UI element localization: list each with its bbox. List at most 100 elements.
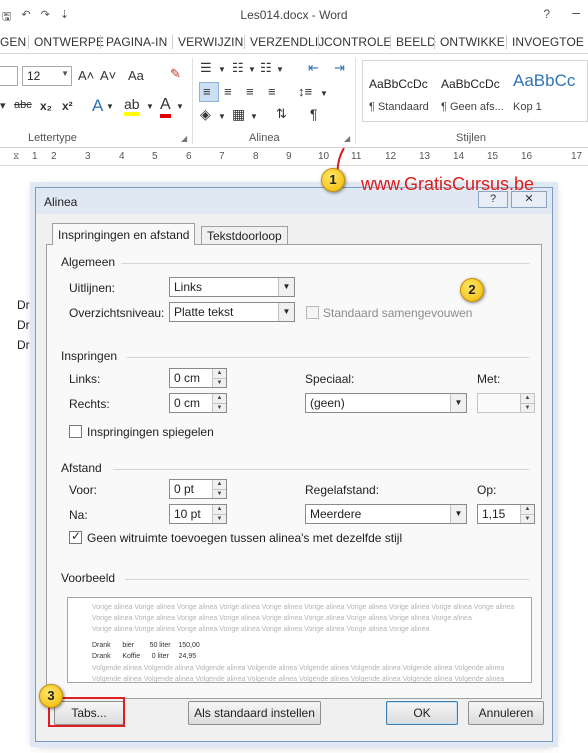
section-divider — [113, 469, 529, 470]
shading-icon[interactable]: ◈ — [200, 106, 211, 123]
shrink-font-icon[interactable]: A˅ — [100, 68, 116, 83]
spin-up-icon[interactable]: ▲ — [212, 394, 226, 403]
chevron-down-icon[interactable]: ▼ — [218, 65, 226, 74]
preview-previous-line: Vorige alinea Vorige alinea Vorige aline… — [92, 604, 515, 611]
justify-icon[interactable]: ≡ — [268, 84, 276, 99]
multilevel-list-icon[interactable]: ☷ — [260, 60, 272, 76]
tab-verzendlijsten[interactable]: VERZENDLIJ — [250, 35, 324, 49]
chevron-down-icon[interactable]: ▼ — [320, 89, 328, 98]
chevron-down-icon[interactable]: ▼ — [276, 65, 284, 74]
minimize-button[interactable]: – — [572, 4, 580, 20]
font-name-field[interactable] — [0, 66, 18, 86]
decrease-indent-icon[interactable]: ⇤ — [308, 60, 319, 76]
align-right-icon[interactable]: ≡ — [246, 84, 254, 99]
spin-up-icon[interactable]: ▲ — [520, 394, 534, 403]
clear-formatting-icon[interactable]: ✎ — [170, 66, 181, 82]
spin-up-icon[interactable]: ▲ — [212, 505, 226, 514]
dialog-title: Alinea — [44, 195, 78, 209]
spin-down-icon[interactable]: ▼ — [212, 378, 226, 387]
tab-invoegtoepassingen[interactable]: INVOEGTOE — [512, 35, 584, 49]
dialog-launcher-icon[interactable]: ◢ — [344, 134, 350, 143]
no-space-same-style-checkbox[interactable] — [69, 529, 82, 544]
help-icon[interactable]: ? — [543, 7, 550, 21]
spin-down-icon[interactable]: ▼ — [212, 403, 226, 412]
spacing-before-spinner[interactable]: 0 pt ▲ ▼ — [169, 479, 227, 499]
alignment-select[interactable]: Links ▼ — [169, 277, 295, 297]
preview-sample-line: Drank Koffie 0 liter 24,95 — [92, 653, 197, 660]
chevron-down-icon[interactable]: ▼ — [450, 394, 466, 412]
tab-start[interactable]: GEN — [0, 35, 26, 49]
line-spacing-select[interactable]: Meerdere ▼ — [305, 504, 467, 524]
window-title: Les014.docx - Word — [240, 8, 348, 22]
chevron-down-icon[interactable]: ▼ — [278, 278, 294, 296]
more-icon[interactable]: ▾ — [0, 99, 6, 112]
strikethrough-icon[interactable]: abc — [14, 99, 32, 111]
tab-tekstdoorloop[interactable]: Tekstdoorloop — [201, 226, 288, 245]
subscript-icon[interactable]: x₂ — [40, 99, 52, 113]
section-divider — [127, 357, 529, 358]
chevron-down-icon[interactable]: ▼ — [278, 303, 294, 321]
spin-down-icon[interactable]: ▼ — [212, 514, 226, 523]
mirror-indents-checkbox[interactable] — [69, 425, 82, 438]
mirror-indents-label: Inspringingen spiegelen — [87, 425, 214, 439]
tab-inspringingen-en-afstand[interactable]: Inspringingen en afstand — [52, 223, 196, 245]
indent-right-spinner[interactable]: 0 cm ▲ ▼ — [169, 393, 227, 413]
line-spacing-icon[interactable]: ↕≡ — [298, 84, 312, 99]
indent-by-label: Met: — [477, 372, 501, 386]
chevron-down-icon[interactable]: ▼ — [146, 102, 154, 111]
chevron-down-icon[interactable]: ▼ — [248, 65, 256, 74]
special-indent-label: Speciaal: — [305, 372, 355, 386]
spin-down-icon[interactable]: ▼ — [212, 489, 226, 498]
special-indent-select[interactable]: (geen) ▼ — [305, 393, 467, 413]
superscript-icon[interactable]: x² — [62, 99, 73, 113]
spin-down-icon[interactable]: ▼ — [520, 514, 534, 523]
spacing-at-spinner[interactable]: 1,15 ▲ ▼ — [477, 504, 535, 524]
numbering-icon[interactable]: ☷ — [232, 60, 244, 76]
spacing-after-label: Na: — [69, 508, 88, 522]
tab-ontwikkelaars[interactable]: ONTWIKKE — [440, 35, 505, 49]
cancel-button[interactable]: Annuleren — [468, 701, 544, 725]
style-geen-afstand[interactable]: AaBbCcDc ¶ Geen afs... — [435, 61, 509, 121]
ok-button[interactable]: OK — [386, 701, 458, 725]
font-color-icon[interactable]: A — [160, 96, 171, 118]
borders-icon[interactable]: ▦ — [232, 106, 245, 123]
indent-left-spinner[interactable]: 0 cm ▲ ▼ — [169, 368, 227, 388]
style-kop-1[interactable]: AaBbCc Kop 1 — [507, 61, 581, 121]
collapsed-by-default-checkbox[interactable] — [306, 306, 319, 319]
chevron-down-icon[interactable]: ▼ — [61, 69, 69, 78]
show-formatting-icon[interactable]: ¶ — [310, 106, 318, 122]
horizontal-ruler[interactable]: ⧖ 1 2 3 4 5 6 7 8 9 10 11 12 13 14 15 16… — [0, 148, 588, 166]
bullets-icon[interactable]: ☰ — [200, 60, 212, 76]
chevron-down-icon[interactable]: ▼ — [176, 102, 184, 111]
ruler-marker-icon[interactable]: ⧖ — [13, 151, 19, 162]
spin-up-icon[interactable]: ▲ — [212, 369, 226, 378]
font-size-field[interactable]: 12 ▼ — [22, 66, 72, 86]
dialog-launcher-icon[interactable]: ◢ — [181, 134, 187, 143]
sort-icon[interactable]: ⇅ — [276, 106, 287, 122]
chevron-down-icon[interactable]: ▼ — [218, 112, 226, 121]
ruler-number: 17 — [571, 151, 583, 162]
outline-level-select[interactable]: Platte tekst ▼ — [169, 302, 295, 322]
spin-up-icon[interactable]: ▲ — [520, 505, 534, 514]
style-standaard[interactable]: AaBbCcDc ¶ Standaard — [363, 61, 437, 121]
ruler-number: 6 — [186, 151, 192, 162]
tab-pagina-indeling[interactable]: PAGINA-IN — [106, 35, 167, 49]
highlight-icon[interactable]: ab — [124, 96, 140, 116]
change-case-icon[interactable]: Aa — [128, 68, 144, 83]
spin-down-icon[interactable]: ▼ — [520, 403, 534, 412]
grow-font-icon[interactable]: A˄ — [78, 68, 94, 83]
tab-verwijzingen[interactable]: VERWIJZIN — [178, 35, 243, 49]
spacing-after-spinner[interactable]: 10 pt ▲ ▼ — [169, 504, 227, 524]
text-effects-icon[interactable]: A — [92, 96, 103, 116]
tab-controleren[interactable]: CONTROLE — [324, 35, 391, 49]
align-center-icon[interactable]: ≡ — [224, 84, 232, 99]
tab-beeld[interactable]: BEELD — [396, 35, 436, 49]
set-as-default-button[interactable]: Als standaard instellen — [188, 701, 321, 725]
chevron-down-icon[interactable]: ▼ — [106, 102, 114, 111]
spin-up-icon[interactable]: ▲ — [212, 480, 226, 489]
increase-indent-icon[interactable]: ⇥ — [334, 60, 345, 76]
tab-ontwerpen[interactable]: ONTWERPE — [34, 35, 104, 49]
chevron-down-icon[interactable]: ▼ — [250, 112, 258, 121]
chevron-down-icon[interactable]: ▼ — [450, 505, 466, 523]
indent-by-spinner[interactable]: ▲ ▼ — [477, 393, 535, 413]
